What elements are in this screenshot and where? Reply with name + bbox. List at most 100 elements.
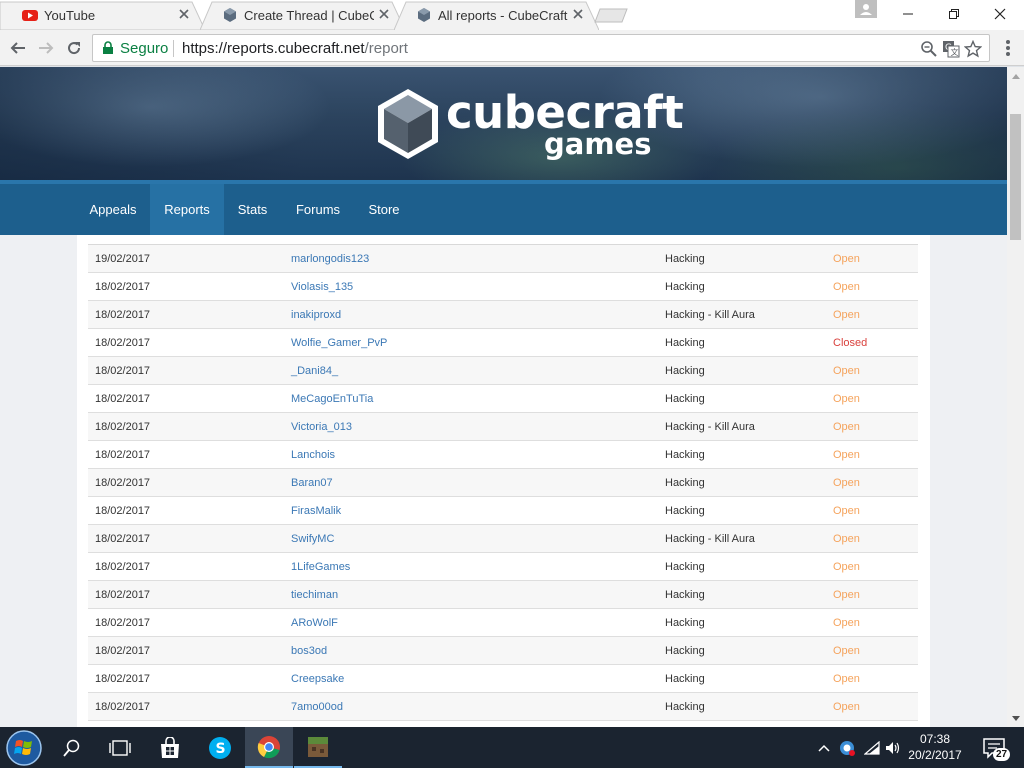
player-link[interactable]: marlongodis123 (291, 253, 369, 265)
tab-all-reports[interactable]: All reports - CubeCraft G (394, 0, 599, 30)
menu-dot-icon (1006, 46, 1010, 50)
report-type: Hacking (665, 505, 705, 517)
chrome-button[interactable] (245, 727, 293, 768)
notification-badge: 27 (993, 748, 1011, 761)
close-window-button[interactable] (977, 0, 1023, 28)
player-link[interactable]: FirasMalik (291, 505, 341, 517)
tray-app-button[interactable] (838, 739, 856, 757)
report-type: Hacking (665, 281, 705, 293)
report-type: Hacking (665, 477, 705, 489)
reload-button[interactable] (62, 36, 86, 60)
close-icon[interactable] (571, 7, 585, 21)
table-row[interactable]: 19/02/2017 marlongodis123 Hacking Open (88, 245, 918, 273)
search-button[interactable] (48, 727, 96, 768)
table-row[interactable]: 18/02/2017 ARoWolF Hacking Open (88, 609, 918, 637)
nav-forums[interactable]: Forums (283, 184, 353, 235)
scroll-down-button[interactable] (1007, 710, 1024, 727)
nav-store[interactable]: Store (354, 184, 414, 235)
table-row[interactable]: 18/02/2017 FirasMalik Hacking Open (88, 497, 918, 525)
nav-appeals[interactable]: Appeals (77, 184, 149, 235)
nav-stats[interactable]: Stats (224, 184, 281, 235)
translate-icon[interactable]: G文 (942, 40, 960, 58)
player-link[interactable]: _Dani84_ (291, 365, 338, 377)
player-link[interactable]: Lanchois (291, 449, 335, 461)
table-row[interactable]: 18/02/2017 Violasis_135 Hacking Open (88, 273, 918, 301)
star-icon[interactable] (964, 40, 982, 58)
table-row[interactable]: 18/02/2017 Wolfie_Gamer_PvP Hacking Closed (88, 329, 918, 357)
player-link[interactable]: 7amo00od (291, 701, 343, 713)
close-icon[interactable] (177, 7, 191, 21)
vertical-scrollbar[interactable] (1007, 67, 1024, 727)
windows-taskbar: S 07:38 20/2/2017 27 (0, 727, 1024, 768)
minecraft-icon (308, 736, 328, 757)
tab-title: Create Thread | CubeCraf (244, 7, 374, 23)
restore-button[interactable] (931, 0, 977, 28)
table-row[interactable]: 18/02/2017 SwifyMC Hacking - Kill Aura Open (88, 525, 918, 553)
player-link[interactable]: ARoWolF (291, 617, 338, 629)
minecraft-button[interactable] (294, 727, 342, 768)
status-badge: Open (833, 421, 860, 433)
status-badge: Open (833, 561, 860, 573)
status-badge: Open (833, 645, 860, 657)
status-badge: Open (833, 477, 860, 489)
status-badge: Open (833, 393, 860, 405)
table-row[interactable]: 18/02/2017 1LifeGames Hacking Open (88, 553, 918, 581)
skype-button[interactable]: S (196, 727, 244, 768)
chrome-menu-button[interactable] (999, 38, 1017, 58)
table-row[interactable]: 18/02/2017 Baran07 Hacking Open (88, 469, 918, 497)
tab-strip: YouTube Create Thread | CubeCraf All rep… (0, 0, 1024, 30)
player-link[interactable]: tiechiman (291, 589, 338, 601)
table-row[interactable]: 18/02/2017 7amo00od Hacking Open (88, 693, 918, 721)
player-link[interactable]: inakiproxd (291, 309, 341, 321)
store-icon (161, 736, 179, 758)
network-button[interactable] (863, 739, 881, 757)
address-bar[interactable]: Seguro https://reports.cubecraft.net/rep… (92, 34, 990, 62)
minimize-button[interactable] (885, 0, 931, 28)
table-row[interactable]: 18/02/2017 Victoria_013 Hacking - Kill Aur… (88, 413, 918, 441)
report-date: 18/02/2017 (95, 477, 151, 489)
report-type: Hacking - Kill Aura (665, 533, 755, 545)
store-button[interactable] (146, 727, 194, 768)
cubecraft-logo[interactable]: cubecraft games (376, 87, 684, 163)
volume-button[interactable] (884, 739, 902, 757)
report-date: 18/02/2017 (95, 505, 151, 517)
table-row[interactable]: 18/02/2017 Creepsake Hacking Open (88, 665, 918, 693)
restore-icon (949, 9, 959, 19)
new-tab-button[interactable] (594, 8, 628, 23)
forward-button[interactable] (34, 36, 58, 60)
show-hidden-icons-button[interactable] (815, 739, 833, 757)
player-link[interactable]: bos3od (291, 645, 327, 657)
table-row[interactable]: 18/02/2017 bos3od Hacking Open (88, 637, 918, 665)
profile-button[interactable] (855, 0, 877, 18)
table-row[interactable]: 18/02/2017 MeCagoEnTuTia Hacking Open (88, 385, 918, 413)
report-type: Hacking (665, 253, 705, 265)
scroll-up-button[interactable] (1007, 67, 1024, 84)
player-link[interactable]: Victoria_013 (291, 421, 352, 433)
player-link[interactable]: 1LifeGames (291, 561, 350, 573)
close-icon[interactable] (377, 7, 391, 21)
cubecraft-icon (224, 8, 236, 22)
windows-logo-icon (6, 729, 42, 766)
task-view-button[interactable] (96, 727, 144, 768)
tab-create-thread[interactable]: Create Thread | CubeCraf (200, 0, 405, 30)
player-link[interactable]: Violasis_135 (291, 281, 353, 293)
player-link[interactable]: Creepsake (291, 673, 344, 685)
zoom-icon[interactable] (920, 40, 938, 58)
nav-reports[interactable]: Reports (150, 184, 224, 235)
url-text: https://reports.cubecraft.net/report (182, 40, 408, 57)
back-button[interactable] (6, 36, 30, 60)
player-link[interactable]: Wolfie_Gamer_PvP (291, 337, 387, 349)
tab-youtube[interactable]: YouTube (0, 0, 205, 30)
status-badge: Open (833, 589, 860, 601)
table-row[interactable]: 18/02/2017 Lanchois Hacking Open (88, 441, 918, 469)
table-row[interactable]: 18/02/2017 inakiproxd Hacking - Kill Aura O… (88, 301, 918, 329)
table-row[interactable]: 18/02/2017 _Dani84_ Hacking Open (88, 357, 918, 385)
player-link[interactable]: SwifyMC (291, 533, 334, 545)
status-badge: Open (833, 505, 860, 517)
table-row[interactable]: 18/02/2017 tiechiman Hacking Open (88, 581, 918, 609)
player-link[interactable]: MeCagoEnTuTia (291, 393, 373, 405)
system-clock[interactable]: 07:38 20/2/2017 (904, 731, 966, 763)
player-link[interactable]: Baran07 (291, 477, 333, 489)
start-button[interactable] (0, 727, 48, 768)
scrollbar-thumb[interactable] (1010, 114, 1021, 240)
